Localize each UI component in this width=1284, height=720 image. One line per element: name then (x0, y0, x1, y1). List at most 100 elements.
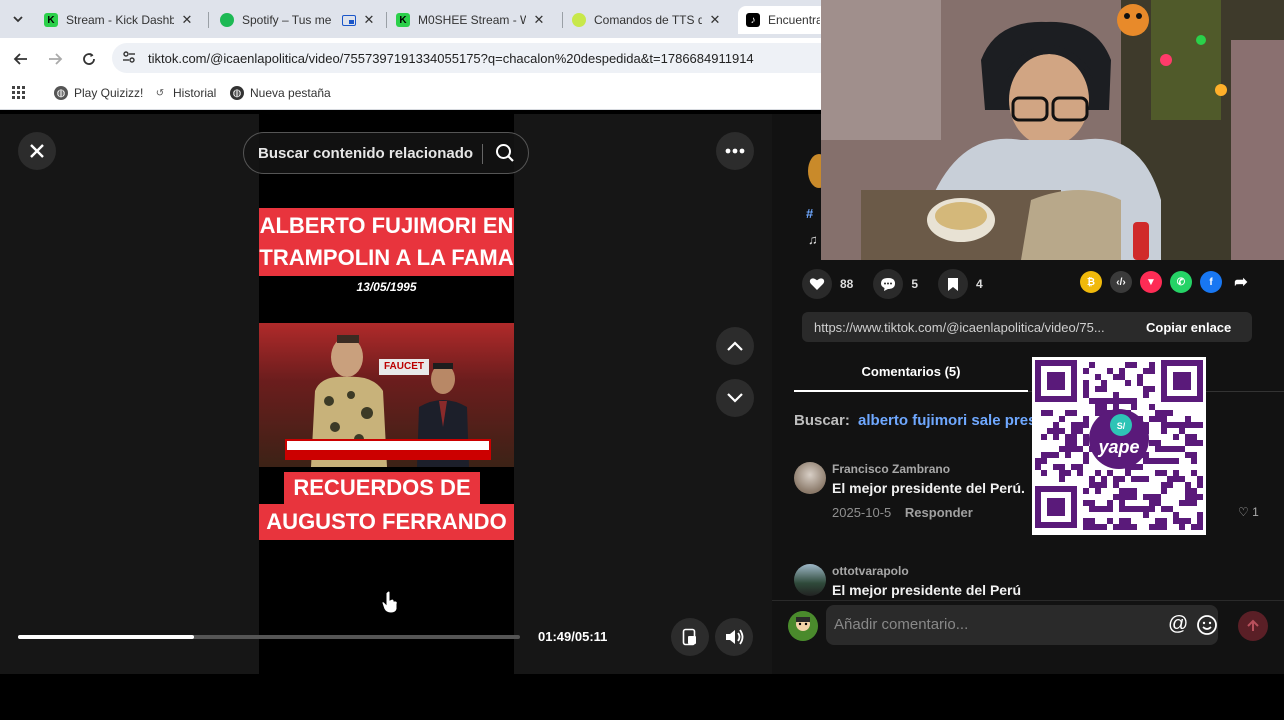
site-info-icon[interactable] (122, 50, 138, 66)
video-banner-recuerdos: RECUERDOS DE (284, 472, 480, 504)
browser-tab-spotify[interactable]: Spotify – Tus me ✕ (212, 6, 384, 34)
qr-module (1065, 434, 1071, 440)
hand-cursor-icon (381, 590, 398, 614)
bookmark-historial[interactable]: ↺ Historial (153, 86, 217, 100)
search-icon[interactable] (494, 142, 516, 164)
commenter-avatar[interactable] (794, 462, 826, 494)
qr-module (1161, 518, 1167, 524)
reload-icon[interactable] (78, 48, 100, 70)
qr-module (1113, 482, 1119, 488)
share-arrow-icon[interactable]: ➦ (1230, 271, 1252, 293)
browser-tab-kick-dashboard[interactable]: K Stream - Kick Dashbo ✕ (36, 6, 202, 34)
commenter-name[interactable]: Francisco Zambrano (832, 462, 950, 476)
qr-module (1149, 416, 1155, 422)
qr-module (1083, 452, 1089, 458)
qr-module (1083, 380, 1089, 386)
qr-module (1161, 422, 1167, 428)
coin-share-icon[interactable]: ₿ (1080, 271, 1102, 293)
reply-button[interactable]: Responder (905, 505, 973, 520)
qr-module (1119, 368, 1125, 374)
comment-bubble-icon[interactable] (873, 269, 904, 299)
bookmark-play-quizizz[interactable]: ◍ Play Quizizz! (54, 86, 143, 100)
embed-code-icon[interactable]: ‹/› (1110, 271, 1132, 293)
qr-module (1161, 428, 1167, 434)
globe-icon: ◍ (230, 86, 244, 100)
hashtag-partial[interactable]: # (806, 206, 813, 221)
qr-module (1131, 362, 1137, 368)
send-comment-button[interactable] (1238, 611, 1268, 641)
qr-module (1041, 470, 1047, 476)
browser-tab-comandos-tts[interactable]: Comandos de TTS de ✕ (564, 6, 730, 34)
save-action[interactable]: 4 (938, 269, 983, 299)
heart-outline-icon[interactable]: ♡ (1238, 505, 1249, 519)
share-link-text[interactable]: https://www.tiktok.com/@icaenlapolitica/… (814, 320, 1134, 335)
close-tab-icon[interactable]: ✕ (708, 12, 722, 28)
qr-module (1059, 470, 1065, 476)
qr-module (1089, 482, 1095, 488)
next-video-button[interactable] (716, 379, 754, 417)
qr-module (1179, 428, 1185, 434)
facebook-icon[interactable]: f (1200, 271, 1222, 293)
apps-grid-icon[interactable] (12, 86, 26, 100)
qr-module (1155, 446, 1161, 452)
mention-icon[interactable]: @ (1168, 613, 1188, 636)
qr-module (1125, 494, 1131, 500)
qr-module (1089, 476, 1095, 482)
browser-tab-moshee-stream[interactable]: K M0SHEE Stream - Wa ✕ (388, 6, 554, 34)
banner-line: ALBERTO FUJIMORI EN (259, 213, 514, 238)
qr-module (1041, 452, 1047, 458)
commenter-avatar[interactable] (794, 564, 826, 596)
comment-count: 5 (911, 277, 919, 291)
tab-comments[interactable]: Comentarios (5) (794, 360, 1028, 392)
search-query-link[interactable]: alberto fujimori sale presi (858, 412, 1041, 429)
comment-search-suggestion[interactable]: Buscar: alberto fujimori sale presi (794, 412, 1041, 429)
emoji-icon[interactable] (1196, 614, 1218, 636)
more-options-button[interactable] (716, 132, 754, 170)
video-progress-bar[interactable] (18, 635, 520, 639)
save-count: 4 (976, 277, 983, 291)
qr-module (1191, 470, 1197, 476)
qr-module (1185, 482, 1191, 488)
copy-link-button[interactable]: Copiar enlace (1146, 320, 1231, 335)
commenter-name[interactable]: ottotvarapolo (832, 564, 909, 578)
url-text: tiktok.com/@icaenlapolitica/video/755739… (148, 51, 754, 66)
whatsapp-icon[interactable]: ✆ (1170, 271, 1192, 293)
back-arrow-icon[interactable] (10, 48, 32, 70)
user-avatar[interactable] (788, 611, 818, 641)
qr-module (1167, 506, 1173, 512)
tab-search-chevron-icon[interactable] (6, 8, 30, 30)
webcam-overlay (821, 0, 1284, 260)
related-content-search[interactable]: Buscar contenido relacionado (243, 132, 529, 174)
qr-module (1143, 392, 1149, 398)
previous-video-button[interactable] (716, 327, 754, 365)
qr-module (1119, 494, 1125, 500)
repost-share-icon[interactable]: ▼ (1140, 271, 1162, 293)
like-action[interactable]: 88 (802, 269, 853, 299)
qr-module (1119, 476, 1125, 482)
lower-third-banner (285, 439, 491, 452)
forward-arrow-icon[interactable] (44, 48, 66, 70)
qr-module (1107, 506, 1113, 512)
close-tab-icon[interactable]: ✕ (180, 12, 194, 28)
qr-module (1191, 440, 1197, 446)
heart-icon[interactable] (802, 269, 832, 299)
close-tab-icon[interactable]: ✕ (532, 12, 546, 28)
qr-module (1191, 488, 1197, 494)
add-comment-bar: Añadir comentario... @ (772, 600, 1284, 674)
floating-player-button[interactable] (671, 618, 709, 656)
browser-tab-tiktok-active[interactable]: ♪ Encuentra (738, 6, 828, 34)
close-tab-icon[interactable]: ✕ (362, 12, 376, 28)
bookmark-icon[interactable] (938, 269, 969, 299)
tiktok-logo-icon: ♪ (746, 13, 760, 27)
close-video-button[interactable] (18, 132, 56, 170)
qr-module (1119, 374, 1125, 380)
bookmark-nueva-pestana[interactable]: ◍ Nueva pestaña (230, 86, 331, 100)
qr-module (1059, 416, 1065, 422)
volume-button[interactable] (715, 618, 753, 656)
qr-module (1077, 422, 1083, 428)
qr-module (1179, 422, 1185, 428)
video-time: 01:49/05:11 (538, 629, 608, 644)
comment-input[interactable]: Añadir comentario... @ (826, 605, 1218, 645)
comment-like[interactable]: ♡ 1 (1238, 505, 1259, 519)
comment-action[interactable]: 5 (873, 269, 918, 299)
